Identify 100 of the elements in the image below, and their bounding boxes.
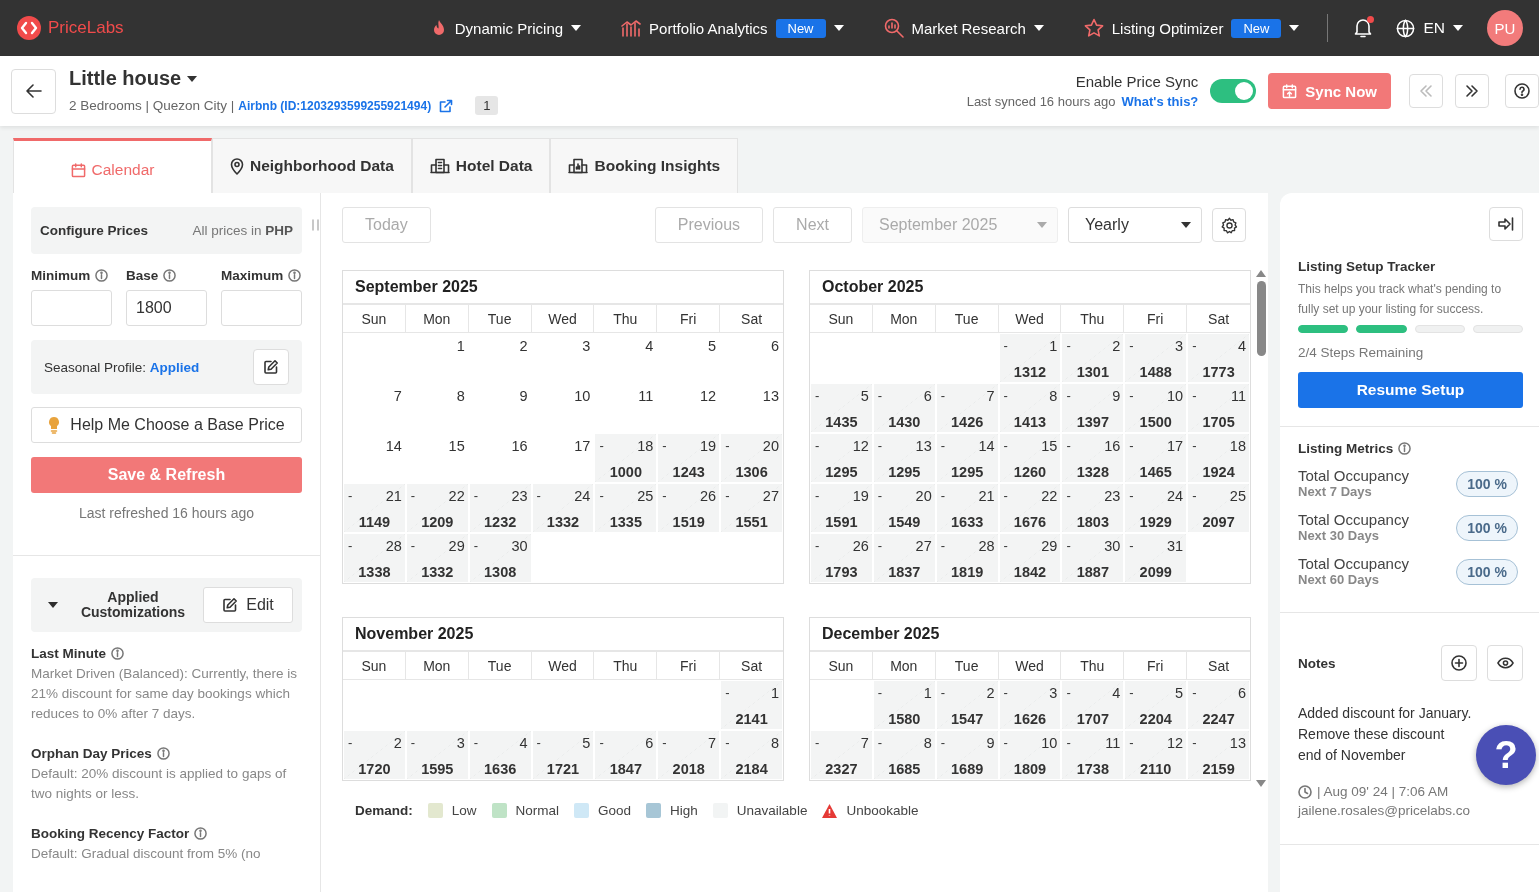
collapse-panel-button[interactable] [1489, 207, 1523, 241]
day-cell[interactable]: - 18 1000 [595, 434, 657, 482]
day-cell[interactable]: - 14 1295 [936, 434, 998, 482]
day-cell[interactable]: - 16 1328 [1062, 434, 1124, 482]
day-cell[interactable]: - 3 1595 [406, 731, 468, 779]
day-cell[interactable]: - 4 1773 [1188, 334, 1249, 382]
day-cell[interactable]: - 7 1426 [936, 384, 998, 432]
day-cell[interactable]: - 30 1887 [1062, 534, 1124, 582]
day-cell[interactable]: - 2 1301 [1062, 334, 1124, 382]
day-cell[interactable]: - 5 1435 [811, 384, 872, 432]
day-cell[interactable]: - 27 1551 [721, 484, 782, 532]
next-listing-button[interactable] [1455, 74, 1489, 108]
back-button[interactable] [11, 68, 56, 114]
day-cell[interactable]: - 20 1549 [873, 484, 935, 532]
day-cell[interactable]: - 24 1929 [1125, 484, 1187, 532]
brand-name[interactable]: PriceLabs [48, 18, 124, 38]
day-cell[interactable]: - 7 2327 [811, 731, 872, 779]
day-cell[interactable]: - 25 1335 [595, 484, 657, 532]
external-link-icon[interactable] [439, 98, 454, 113]
listing-link[interactable]: Airbnb (ID:1203293599255921494) [238, 98, 432, 113]
day-cell[interactable]: - 8 1413 [999, 384, 1061, 432]
settings-button[interactable] [1212, 208, 1246, 242]
day-number: 10 [574, 388, 591, 404]
day-cell[interactable]: - 31 2099 [1125, 534, 1187, 582]
tab[interactable]: Hotel Data [411, 138, 551, 193]
day-cell[interactable]: - 11 1738 [1062, 731, 1124, 779]
day-cell[interactable]: - 26 1793 [811, 534, 872, 582]
help-link[interactable]: What's this? [1121, 94, 1199, 109]
view-notes-button[interactable] [1487, 645, 1523, 681]
edit-button[interactable] [253, 349, 289, 385]
day-cell[interactable]: - 30 1308 [469, 534, 531, 582]
nav-menu[interactable]: Portfolio Analytics New [621, 18, 844, 38]
price-sync-toggle[interactable] [1210, 79, 1257, 103]
day-cell[interactable]: - 29 1842 [999, 534, 1061, 582]
day-cell[interactable]: - 27 1837 [873, 534, 935, 582]
scrollbar-thumb[interactable] [1256, 281, 1266, 356]
day-cell[interactable]: - 3 1488 [1125, 334, 1187, 382]
day-cell[interactable]: - 29 1332 [406, 534, 468, 582]
day-cell[interactable]: - 24 1332 [532, 484, 594, 532]
day-cell[interactable]: - 20 1306 [721, 434, 782, 482]
day-cell[interactable]: - 12 1295 [811, 434, 872, 482]
tab[interactable]: Booking Insights [550, 138, 739, 193]
day-cell[interactable]: - 22 1209 [406, 484, 468, 532]
day-cell[interactable]: - 13 1295 [873, 434, 935, 482]
bell-icon[interactable] [1354, 18, 1373, 38]
day-cell[interactable]: - 18 1924 [1188, 434, 1249, 482]
price-input[interactable]: 1800 [126, 290, 207, 326]
day-cell[interactable]: - 19 1243 [658, 434, 720, 482]
help-button[interactable] [1505, 74, 1539, 108]
day-cell[interactable]: - 8 1685 [873, 731, 935, 779]
resume-setup-button[interactable]: Resume Setup [1298, 372, 1523, 408]
help-chat-button[interactable]: ? [1476, 725, 1536, 785]
day-cell[interactable]: - 23 1232 [469, 484, 531, 532]
day-cell[interactable]: - 10 1809 [999, 731, 1061, 779]
day-cell[interactable]: - 9 1689 [936, 731, 998, 779]
day-cell[interactable]: - 9 1397 [1062, 384, 1124, 432]
day-cell[interactable]: - 2 1547 [936, 681, 998, 729]
day-cell[interactable]: - 6 1430 [873, 384, 935, 432]
day-cell[interactable]: - 26 1519 [658, 484, 720, 532]
price-input[interactable] [31, 290, 112, 326]
day-cell[interactable]: - 3 1626 [999, 681, 1061, 729]
day-cell[interactable]: - 5 2204 [1125, 681, 1187, 729]
nav-menu[interactable]: Market Research [883, 18, 1044, 38]
day-cell[interactable]: - 11 1705 [1188, 384, 1249, 432]
day-cell[interactable]: - 4 1707 [1062, 681, 1124, 729]
tab[interactable]: Neighborhood Data [212, 138, 412, 193]
day-cell[interactable]: - 28 1338 [344, 534, 405, 582]
day-cell[interactable]: - 13 2159 [1188, 731, 1249, 779]
day-cell[interactable]: - 21 1633 [936, 484, 998, 532]
nav-menu[interactable]: Listing Optimizer New [1083, 18, 1300, 38]
day-cell[interactable]: - 12 2110 [1125, 731, 1187, 779]
help-choose-base-price-button[interactable]: Help Me Choose a Base Price [31, 407, 302, 443]
day-cell[interactable]: - 1 2141 [721, 681, 782, 729]
day-cell[interactable]: - 7 2018 [658, 731, 720, 779]
edit-button[interactable]: Edit [203, 587, 293, 623]
day-cell[interactable]: - 23 1803 [1062, 484, 1124, 532]
view-select[interactable]: Yearly [1068, 207, 1202, 243]
day-cell[interactable]: - 22 1676 [999, 484, 1061, 532]
day-cell[interactable]: - 1 1312 [999, 334, 1061, 382]
language-menu[interactable]: EN [1390, 17, 1469, 39]
day-cell[interactable]: - 1 1580 [873, 681, 935, 729]
day-cell[interactable]: - 28 1819 [936, 534, 998, 582]
double-chevron-left-icon [1419, 84, 1433, 98]
day-cell[interactable]: - 15 1260 [999, 434, 1061, 482]
day-price: 1809 [1012, 761, 1048, 777]
day-cell[interactable]: - 8 2184 [721, 731, 782, 779]
day-cell[interactable]: - 2 1720 [344, 731, 405, 779]
day-cell[interactable]: - 19 1591 [811, 484, 872, 532]
day-cell[interactable]: - 4 1636 [469, 731, 531, 779]
day-cell[interactable]: - 25 2097 [1188, 484, 1249, 532]
day-cell[interactable]: - 5 1721 [532, 731, 594, 779]
day-cell[interactable]: - 21 1149 [344, 484, 405, 532]
day-cell[interactable]: - 17 1465 [1125, 434, 1187, 482]
day-cell[interactable]: - 6 1847 [595, 731, 657, 779]
add-note-button[interactable] [1441, 645, 1477, 681]
day-number: 9 [986, 735, 995, 751]
day-cell[interactable]: - 10 1500 [1125, 384, 1187, 432]
price-input[interactable] [221, 290, 302, 326]
nav-menu[interactable]: Dynamic Pricing [430, 19, 582, 37]
day-cell[interactable]: - 6 2247 [1188, 681, 1249, 729]
